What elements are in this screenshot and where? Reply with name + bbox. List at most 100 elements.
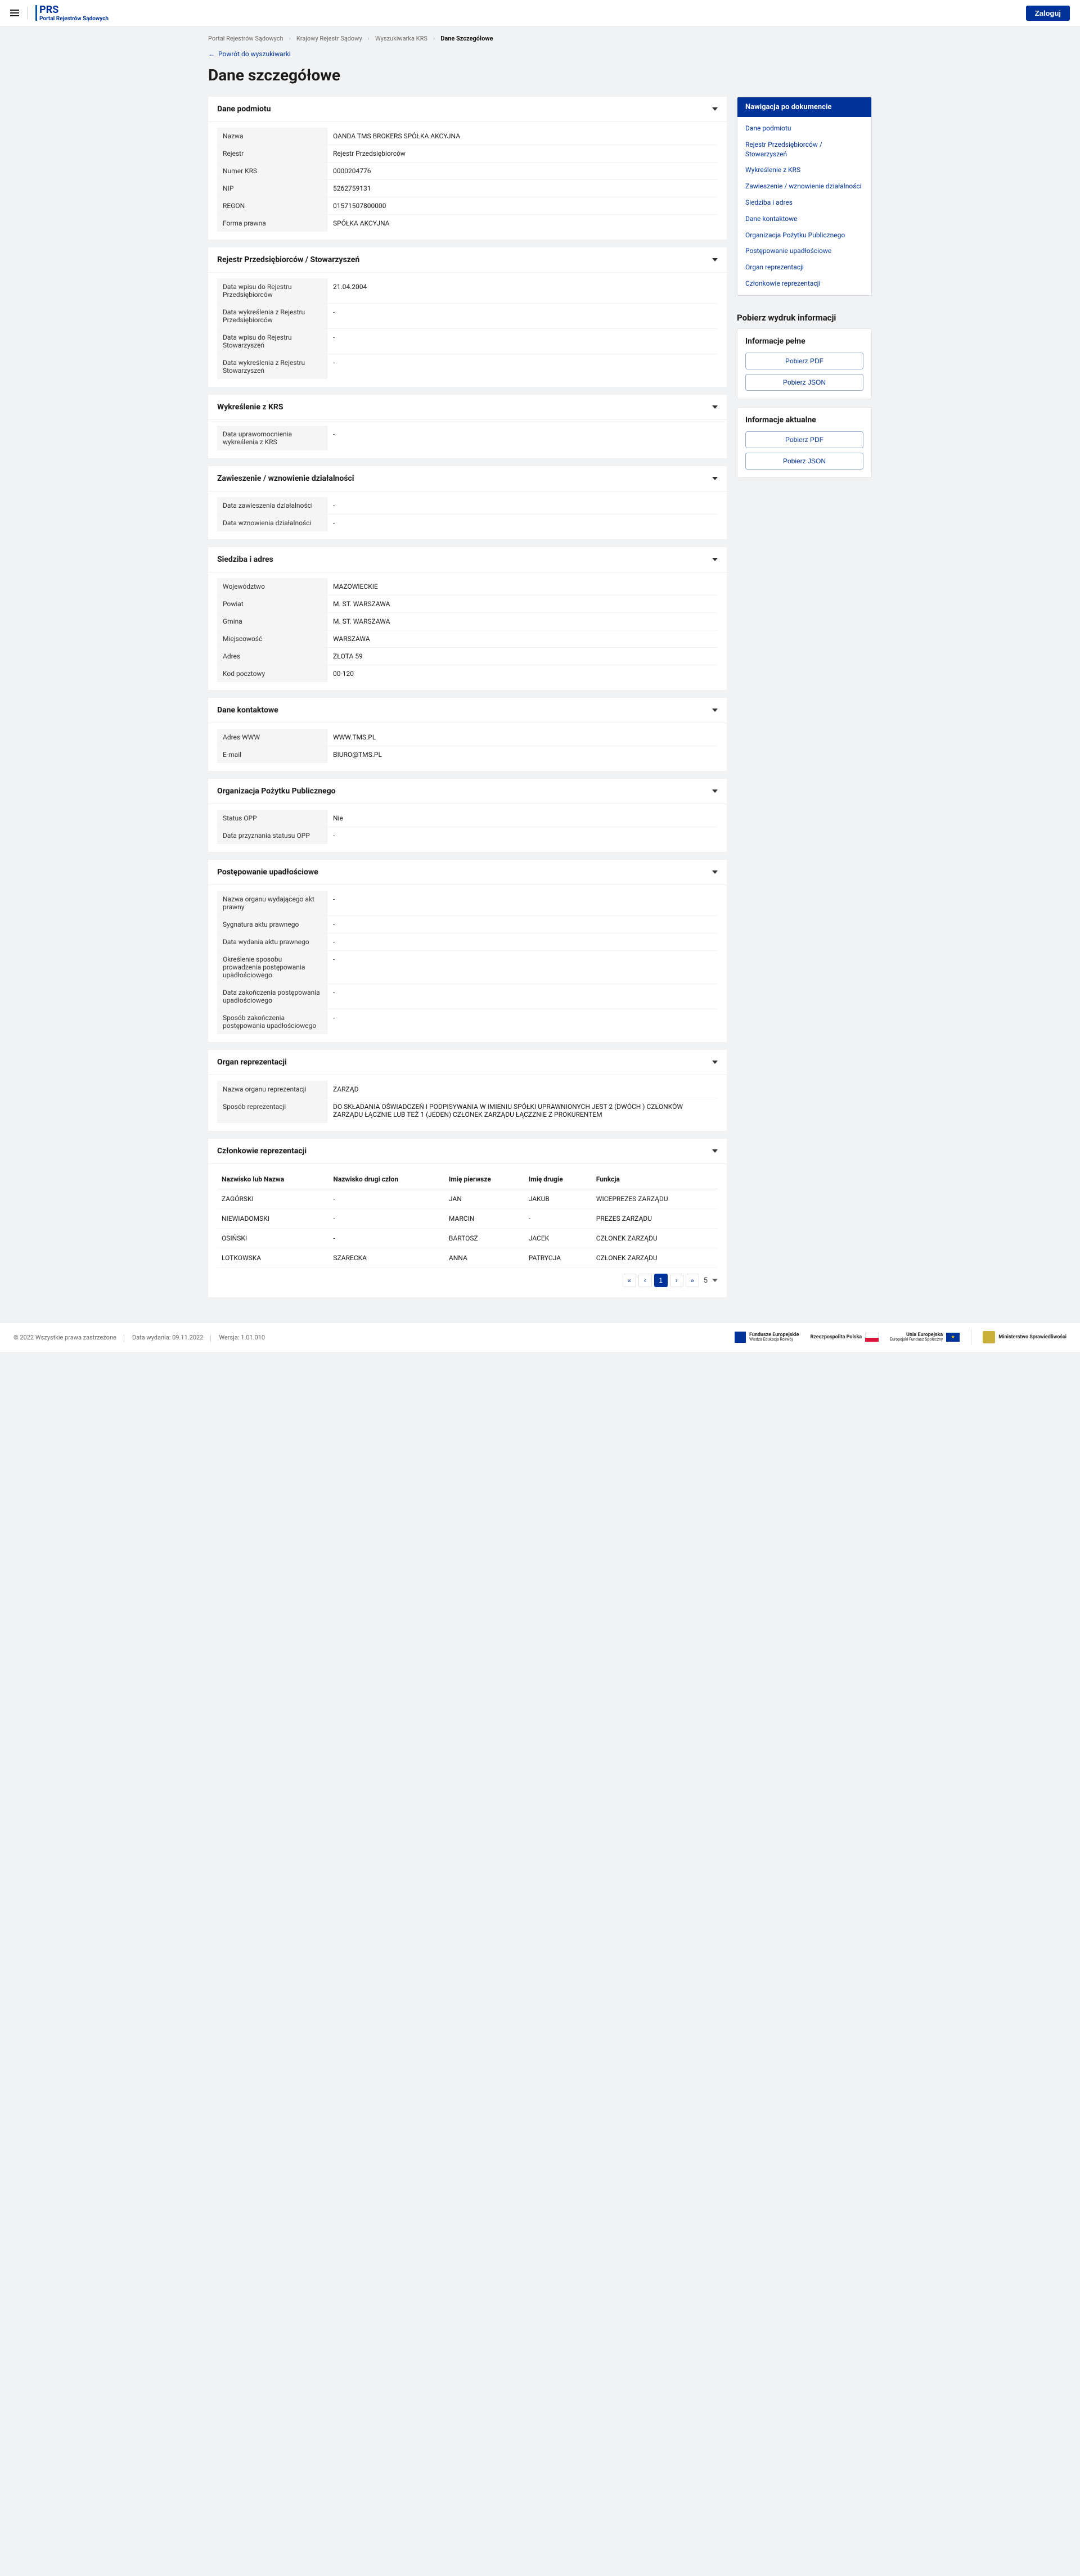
- logo-rzeczpospolita: Rzeczpospolita Polska: [810, 1333, 879, 1342]
- panel-header-wykreslenie[interactable]: Wykreślenie z KRS: [208, 395, 727, 420]
- kv-label: Sposób zakończenia postępowania upadłośc…: [217, 1009, 327, 1034]
- footer-version: Wersja: 1.01.010: [219, 1334, 273, 1341]
- nav-item[interactable]: Dane podmiotu: [737, 120, 871, 137]
- table-row: NIEWIADOMSKI-MARCIN-PREZES ZARZĄDU: [217, 1209, 718, 1229]
- return-link[interactable]: ← Powrót do wyszukiwarki: [208, 50, 872, 58]
- panel-title: Siedziba i adres: [217, 555, 273, 564]
- kv-value: DO SKŁADANIA OŚWIADCZEŃ I PODPISYWANIA W…: [327, 1098, 718, 1123]
- table-header: Funkcja: [592, 1170, 718, 1189]
- panel-czlonkowie: Członkowie reprezentacji Nazwisko lub Na…: [208, 1139, 727, 1297]
- kv-value: -: [327, 304, 718, 328]
- nav-item[interactable]: Członkowie reprezentacji: [737, 276, 871, 292]
- nav-item[interactable]: Organizacja Pożytku Publicznego: [737, 227, 871, 243]
- panel-rejestr: Rejestr Przedsiębiorców / Stowarzyszeń D…: [208, 247, 727, 387]
- breadcrumb: Portal Rejestrów Sądowych › Krajowy Reje…: [208, 27, 872, 50]
- kv-value: -: [327, 916, 718, 933]
- members-table: Nazwisko lub NazwaNazwisko drugi członIm…: [217, 1170, 718, 1268]
- kv-value: ZŁOTA 59: [327, 648, 718, 665]
- crumb-current: Dane Szczegółowe: [440, 35, 493, 42]
- chevron-down-icon: [712, 107, 718, 111]
- table-cell: -: [328, 1229, 444, 1248]
- kv-label: Powiat: [217, 595, 327, 612]
- kv-value: SPÓŁKA AKCYJNA: [327, 215, 718, 232]
- nav-item[interactable]: Dane kontaktowe: [737, 211, 871, 227]
- kv-row: AdresZŁOTA 59: [217, 648, 718, 665]
- kv-label: Data zawieszenia działalności: [217, 497, 327, 514]
- page-next-button[interactable]: ›: [670, 1274, 683, 1287]
- download-current-pdf-button[interactable]: Pobierz PDF: [745, 431, 863, 448]
- panel-header-kontakt[interactable]: Dane kontaktowe: [208, 698, 727, 723]
- kv-value: -: [327, 933, 718, 950]
- panel-header-czlonkowie[interactable]: Członkowie reprezentacji: [208, 1139, 727, 1164]
- chevron-right-icon: ›: [368, 35, 370, 42]
- kv-row: E-mailBIURO@TMS.PL: [217, 746, 718, 763]
- panel-header-dane-podmiotu[interactable]: Dane podmiotu: [208, 97, 727, 122]
- kv-label: Data uprawomocnienia wykreślenia z KRS: [217, 426, 327, 450]
- crumb-home[interactable]: Portal Rejestrów Sądowych: [208, 35, 284, 42]
- chevron-down-icon: [712, 870, 718, 874]
- kv-row: Adres WWWWWW.TMS.PL: [217, 729, 718, 746]
- kv-row: Data zakończenia postępowania upadłościo…: [217, 984, 718, 1009]
- kv-label: Gmina: [217, 613, 327, 630]
- kv-row: Data wpisu do Rejestru Stowarzyszeń-: [217, 329, 718, 354]
- kv-value: -: [327, 951, 718, 984]
- page-1-button[interactable]: 1: [654, 1274, 668, 1287]
- kv-value: MAZOWIECKIE: [327, 578, 718, 595]
- kv-label: Nazwa: [217, 128, 327, 145]
- chevron-down-icon: [712, 1149, 718, 1153]
- kv-value: ZARZĄD: [327, 1081, 718, 1098]
- panel-header-siedziba[interactable]: Siedziba i adres: [208, 547, 727, 572]
- topbar: PRS Portal Rejestrów Sądowych Zaloguj: [0, 0, 1080, 27]
- table-cell: ZAGÓRSKI: [217, 1189, 328, 1209]
- download-full-json-button[interactable]: Pobierz JSON: [745, 374, 863, 391]
- logo-ministerstwo: Ministerstwo Sprawiedliwości: [983, 1331, 1066, 1343]
- nav-item[interactable]: Postępowanie upadłościowe: [737, 243, 871, 259]
- nav-item[interactable]: Siedziba i adres: [737, 195, 871, 211]
- chevron-down-icon: [712, 1279, 718, 1282]
- panel-siedziba: Siedziba i adres WojewództwoMAZOWIECKIEP…: [208, 547, 727, 690]
- nav-item[interactable]: Zawieszenie / wznowienie działalności: [737, 178, 871, 195]
- downloads-full-title: Informacje pełne: [745, 337, 863, 346]
- kv-value: -: [327, 354, 718, 379]
- table-cell: MARCIN: [444, 1209, 524, 1229]
- downloads-current-title: Informacje aktualne: [745, 416, 863, 425]
- site-logo[interactable]: PRS Portal Rejestrów Sądowych: [35, 4, 109, 22]
- kv-row: Numer KRS0000204776: [217, 163, 718, 180]
- kv-label: Kod pocztowy: [217, 665, 327, 682]
- table-cell: PREZES ZARZĄDU: [592, 1209, 718, 1229]
- panel-header-upadlosc[interactable]: Postępowanie upadłościowe: [208, 860, 727, 885]
- page-prev-button[interactable]: ‹: [638, 1274, 652, 1287]
- panel-header-zawieszenie[interactable]: Zawieszenie / wznowienie działalności: [208, 466, 727, 491]
- crumb-search[interactable]: Wyszukiwarka KRS: [375, 35, 428, 42]
- download-current-json-button[interactable]: Pobierz JSON: [745, 453, 863, 470]
- kv-label: Data przyznania statusu OPP: [217, 827, 327, 844]
- panel-header-opp[interactable]: Organizacja Pożytku Publicznego: [208, 779, 727, 804]
- nav-item[interactable]: Rejestr Przedsiębiorców / Stowarzyszeń: [737, 137, 871, 163]
- kv-value: Nie: [327, 810, 718, 827]
- panel-header-organ[interactable]: Organ reprezentacji: [208, 1050, 727, 1075]
- table-cell: BARTOSZ: [444, 1229, 524, 1248]
- panel-title: Członkowie reprezentacji: [217, 1147, 307, 1156]
- crumb-krs[interactable]: Krajowy Rejestr Sądowy: [296, 35, 362, 42]
- table-header: Nazwisko drugi człon: [328, 1170, 444, 1189]
- arrow-left-icon: ←: [208, 50, 215, 58]
- panel-title: Rejestr Przedsiębiorców / Stowarzyszeń: [217, 255, 359, 264]
- table-cell: JAN: [444, 1189, 524, 1209]
- nav-item[interactable]: Wykreślenie z KRS: [737, 162, 871, 178]
- footer-release: Data wydania: 09.11.2022: [132, 1334, 211, 1341]
- table-cell: ANNA: [444, 1248, 524, 1268]
- login-button[interactable]: Zaloguj: [1026, 6, 1070, 21]
- download-full-pdf-button[interactable]: Pobierz PDF: [745, 353, 863, 369]
- hamburger-menu-button[interactable]: [10, 10, 19, 16]
- kv-row: NazwaOANDA TMS BROKERS SPÓŁKA AKCYJNA: [217, 128, 718, 145]
- kv-value: M. ST. WARSZAWA: [327, 595, 718, 612]
- page-first-button[interactable]: «: [623, 1274, 636, 1287]
- panel-header-rejestr[interactable]: Rejestr Przedsiębiorców / Stowarzyszeń: [208, 247, 727, 273]
- kv-value: -: [327, 426, 718, 450]
- nav-item[interactable]: Organ reprezentacji: [737, 259, 871, 276]
- kv-label: Data wydania aktu prawnego: [217, 933, 327, 950]
- kv-value: -: [327, 984, 718, 1009]
- table-row: ZAGÓRSKI-JANJAKUBWICEPREZES ZARZĄDU: [217, 1189, 718, 1209]
- kv-label: Nazwa organu reprezentacji: [217, 1081, 327, 1098]
- page-last-button[interactable]: »: [686, 1274, 699, 1287]
